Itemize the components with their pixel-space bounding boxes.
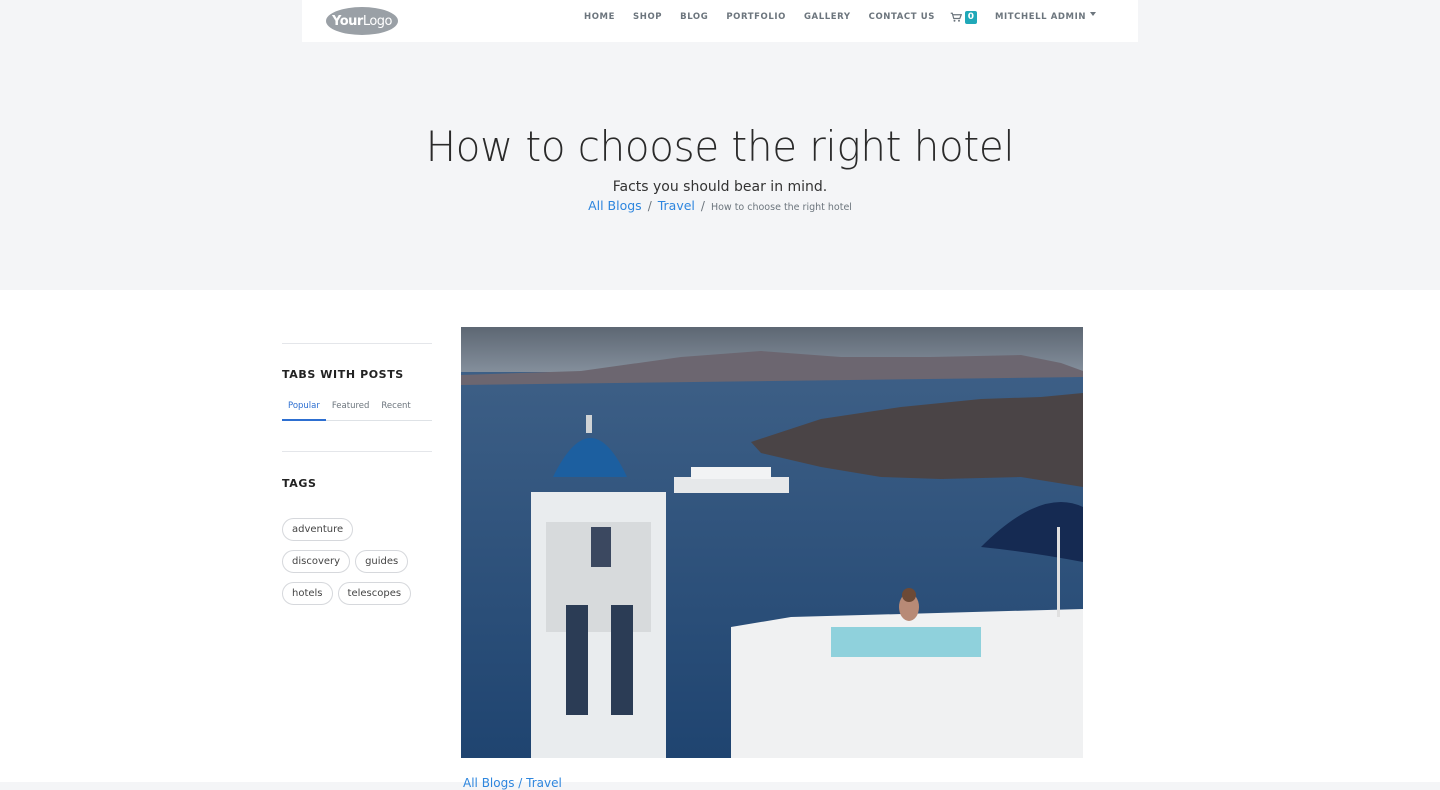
post-subtitle: Facts you should bear in mind. bbox=[612, 179, 828, 195]
chevron-down-icon bbox=[1090, 12, 1097, 16]
post-cover-image bbox=[461, 327, 1083, 758]
main-content: TABS WITH POSTS Popular Featured Recent … bbox=[0, 290, 1440, 790]
navbar: Your Logo HOME SHOP BLOG PORTFOLIO GALLER… bbox=[302, 0, 1138, 42]
tag-adventure[interactable]: adventure bbox=[282, 518, 354, 541]
sidebar-divider bbox=[282, 343, 432, 344]
nav-blog[interactable]: BLOG bbox=[680, 12, 708, 22]
tag-list: adventure discovery guides hotels telescop… bbox=[282, 517, 432, 613]
bottom-breadcrumb-link[interactable]: All Blogs / Travel bbox=[463, 776, 562, 790]
sidebar-divider bbox=[282, 451, 432, 452]
breadcrumb: All Blogs / Travel / How to choose the r… bbox=[0, 198, 1440, 213]
sidebar: TABS WITH POSTS Popular Featured Recent … bbox=[282, 290, 432, 613]
blog-post-header: How to choose the right hotel Facts you … bbox=[0, 42, 1440, 290]
tags-title: TAGS bbox=[282, 477, 317, 490]
nav-contact-us[interactable]: CONTACT US bbox=[869, 12, 935, 22]
posts-tabs: Popular Featured Recent bbox=[282, 401, 432, 421]
cart-button[interactable]: 0 bbox=[950, 10, 977, 24]
tag-guides[interactable]: guides bbox=[355, 550, 409, 573]
cart-count-badge: 0 bbox=[964, 10, 977, 24]
tab-recent[interactable]: Recent bbox=[375, 401, 416, 420]
post-title: How to choose the right hotel bbox=[425, 122, 1015, 171]
nav-gallery[interactable]: GALLERY bbox=[804, 12, 851, 22]
site-logo[interactable]: Your Logo bbox=[326, 7, 398, 35]
main-menu: HOME SHOP BLOG PORTFOLIO GALLERY CONTACT… bbox=[584, 0, 1097, 34]
shopping-cart-icon bbox=[950, 12, 962, 22]
breadcrumb-travel[interactable]: Travel bbox=[658, 198, 695, 213]
breadcrumb-separator: / bbox=[700, 199, 705, 213]
nav-shop[interactable]: SHOP bbox=[633, 12, 662, 22]
breadcrumb-current: How to choose the right hotel bbox=[710, 202, 852, 213]
nav-portfolio[interactable]: PORTFOLIO bbox=[726, 12, 786, 22]
tabs-with-posts-title: TABS WITH POSTS bbox=[282, 368, 404, 381]
santorini-photo bbox=[461, 327, 1083, 758]
tag-telescopes[interactable]: telescopes bbox=[337, 582, 412, 605]
tag-hotels[interactable]: hotels bbox=[282, 582, 333, 605]
tab-popular[interactable]: Popular bbox=[282, 401, 326, 421]
user-name: MITCHELL ADMIN bbox=[994, 12, 1087, 22]
breadcrumb-all-blogs[interactable]: All Blogs bbox=[588, 198, 642, 213]
breadcrumb-separator: / bbox=[647, 199, 652, 213]
logo-text-bold: Your bbox=[331, 13, 363, 29]
tag-discovery[interactable]: discovery bbox=[282, 550, 351, 573]
tab-featured[interactable]: Featured bbox=[326, 401, 376, 420]
user-menu[interactable]: MITCHELL ADMIN bbox=[994, 12, 1097, 22]
nav-home[interactable]: HOME bbox=[584, 12, 615, 22]
logo-text-light: Logo bbox=[362, 13, 393, 29]
